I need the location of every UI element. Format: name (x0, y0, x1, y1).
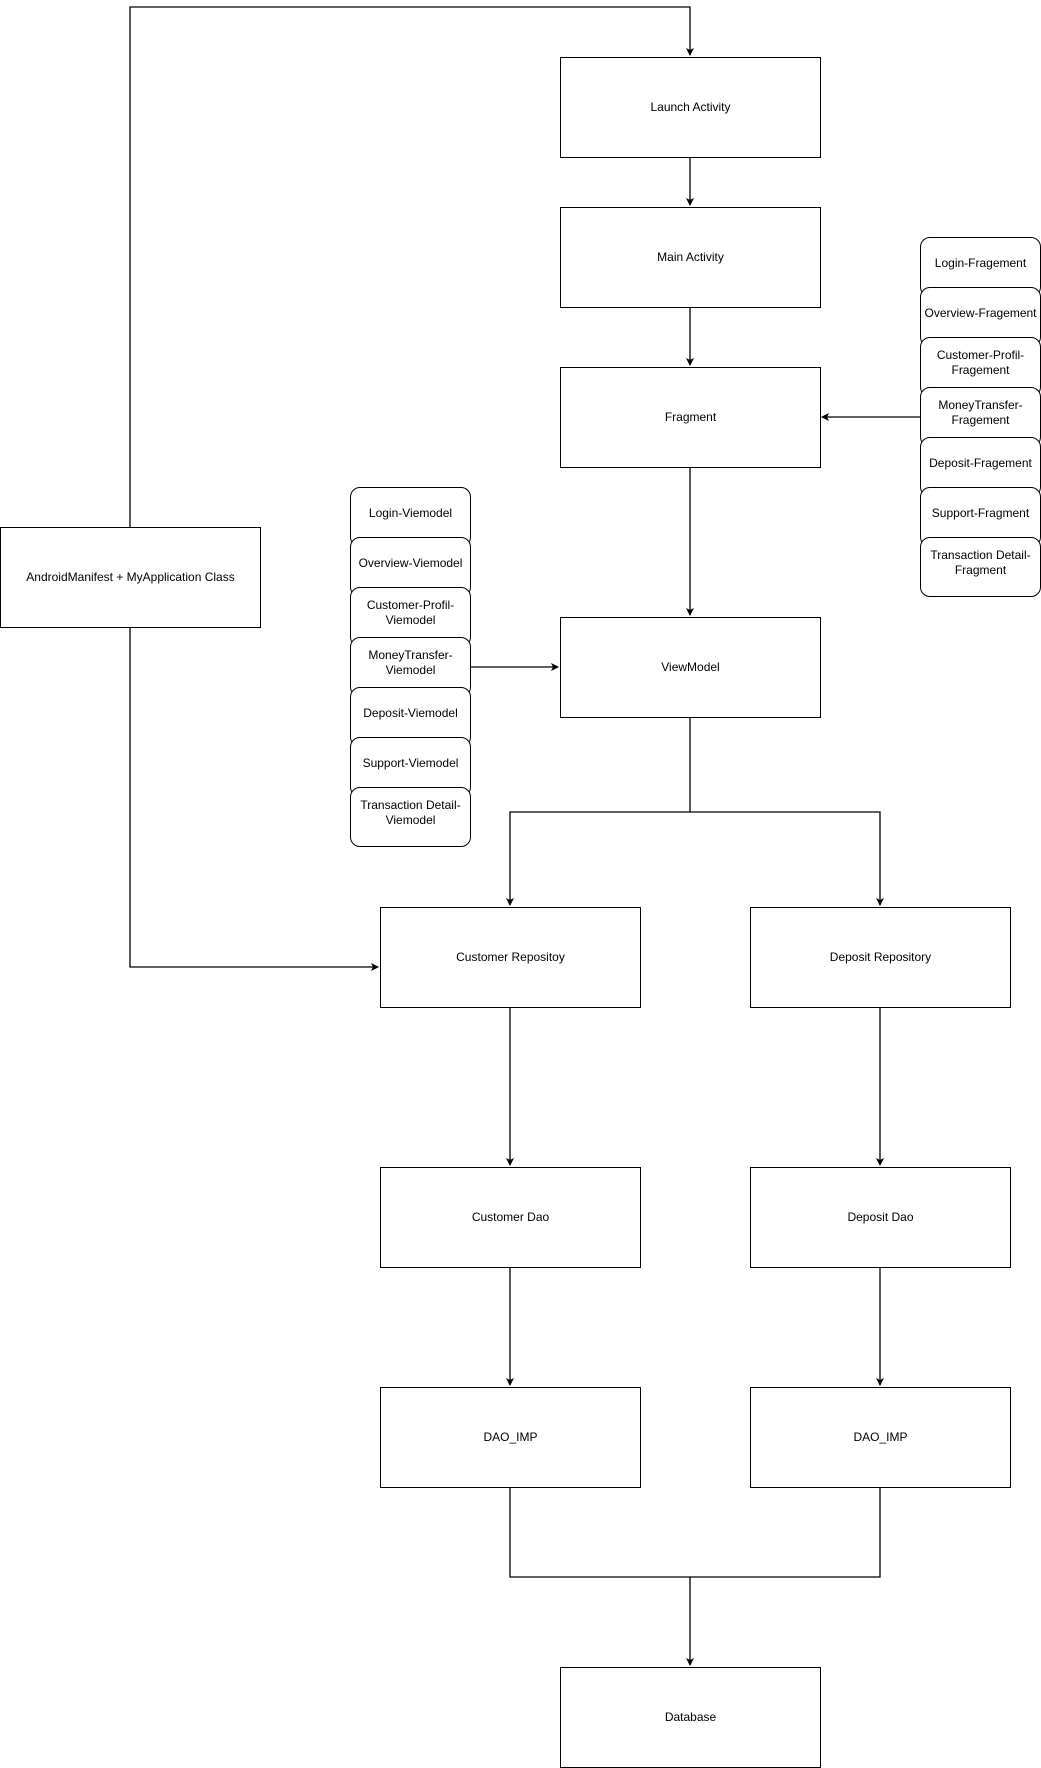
node-label: Main Activity (657, 250, 724, 264)
node-label: Fragment (664, 410, 717, 424)
stack-item-label: Overview-Fragement (924, 305, 1037, 320)
deposit-dao-imp-node[interactable]: DAO_IMP (750, 1387, 1011, 1488)
edge-customer-imp-join (509, 1487, 881, 1578)
customer-repository-node[interactable]: Customer Repositoy (380, 907, 641, 1008)
stack-item-label: Support-Viemodel (362, 755, 459, 770)
node-label: Customer Dao (471, 1210, 550, 1224)
edge-viewmodel-to-customer-repo (506, 717, 691, 906)
viewmodel-node[interactable]: ViewModel (560, 617, 821, 718)
stack-item-label: Overview-Viemodel (358, 555, 463, 570)
stack-item-transaction-detail-fragment[interactable]: Transaction Detail-Fragment (920, 537, 1041, 597)
deposit-dao-node[interactable]: Deposit Dao (750, 1167, 1011, 1268)
edge-viewmodel-to-deposit-repo (690, 811, 884, 906)
node-label: Launch Activity (650, 100, 731, 114)
stack-item-transaction-detail-viewmodel[interactable]: Transaction Detail-Viemodel (350, 787, 471, 847)
stack-item-label: Login-Viemodel (368, 505, 453, 520)
node-label: ViewModel (661, 660, 720, 674)
stack-item-label: Customer-Profil-Viemodel (366, 598, 455, 627)
customer-dao-imp-node[interactable]: DAO_IMP (380, 1387, 641, 1488)
fragment-node[interactable]: Fragment (560, 367, 821, 468)
launch-activity-node[interactable]: Launch Activity (560, 57, 821, 158)
android-manifest-node[interactable]: AndroidManifest + MyApplication Class (0, 527, 261, 628)
node-label: Customer Repositoy (456, 950, 565, 964)
main-activity-node[interactable]: Main Activity (560, 207, 821, 308)
stack-item-label: Support-Fragment (931, 505, 1030, 520)
stack-item-label: Transaction Detail-Viemodel (360, 798, 461, 827)
edge-manifest-to-customer-repo (129, 627, 379, 971)
deposit-repository-node[interactable]: Deposit Repository (750, 907, 1011, 1008)
connector-layer (129, 6, 920, 1666)
node-label: Database (664, 1710, 717, 1724)
stack-item-label: Deposit-Viemodel (363, 705, 458, 720)
node-label: AndroidManifest + MyApplication Class (26, 570, 235, 584)
node-label: DAO_IMP (853, 1430, 908, 1444)
stack-item-label: MoneyTransfer-Viemodel (368, 648, 453, 677)
stack-item-label: MoneyTransfer-Fragement (938, 398, 1023, 427)
customer-dao-node[interactable]: Customer Dao (380, 1167, 641, 1268)
stack-item-label: Deposit-Fragement (929, 455, 1032, 470)
stack-item-label: Login-Fragement (934, 255, 1027, 270)
node-label: DAO_IMP (483, 1430, 538, 1444)
stack-item-label: Transaction Detail-Fragment (930, 548, 1031, 577)
node-label: Deposit Dao (847, 1210, 914, 1224)
database-node[interactable]: Database (560, 1667, 821, 1768)
stack-item-label: Customer-Profil-Fragement (936, 348, 1025, 377)
node-label: Deposit Repository (829, 950, 932, 964)
